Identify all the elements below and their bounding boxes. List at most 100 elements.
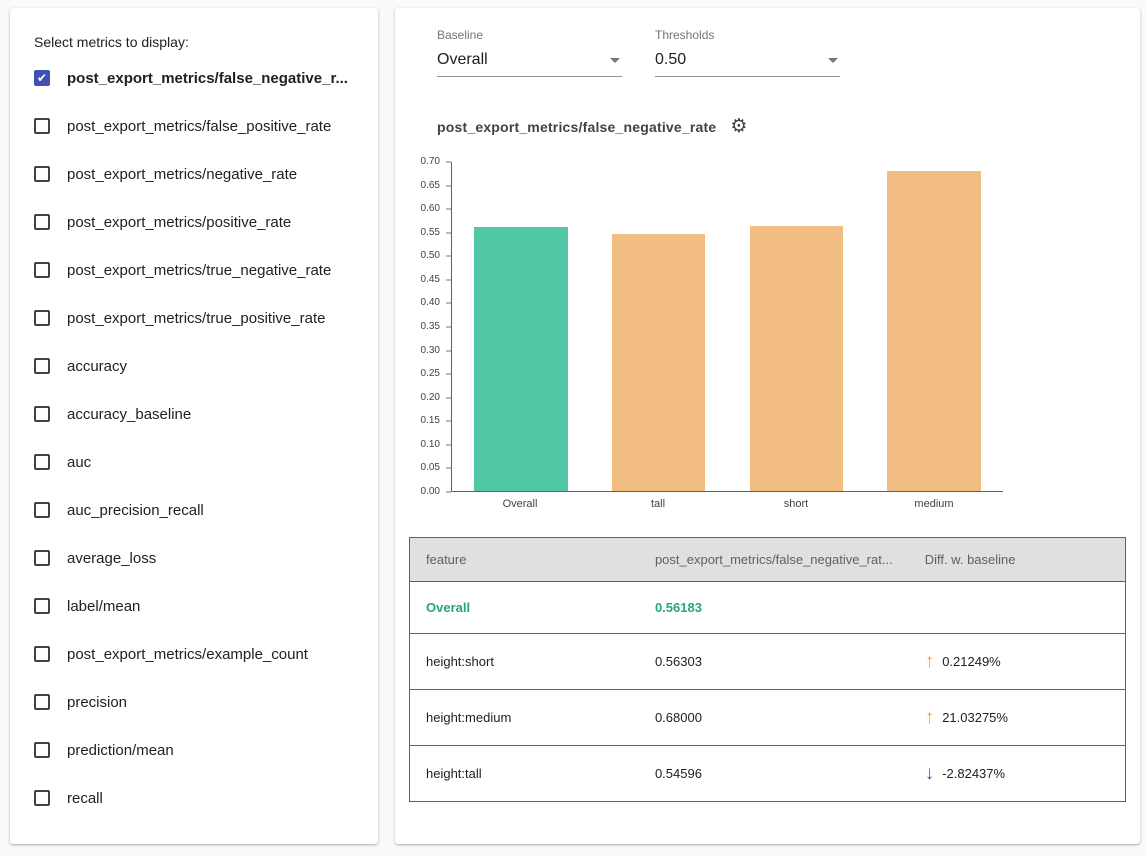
dropdown-caret-icon xyxy=(610,58,620,63)
settings-gear-icon[interactable]: ⚙ xyxy=(730,117,747,136)
bars xyxy=(452,162,1003,491)
y-tick-label: 0.70 xyxy=(421,157,440,167)
metric-checkbox-item[interactable]: accuracy xyxy=(34,342,354,390)
bar-slot xyxy=(474,162,568,491)
baseline-label: Baseline xyxy=(437,28,622,42)
header-metric-value: post_export_metrics/false_negative_rat..… xyxy=(639,538,909,582)
diff-cell: ↑ 0.21249% xyxy=(909,634,1126,690)
y-tick-label: 0.55 xyxy=(421,228,440,238)
checkbox-unchecked-icon[interactable] xyxy=(34,262,50,278)
bar-overall[interactable] xyxy=(474,227,568,491)
diff-cell xyxy=(909,582,1126,634)
bar-slot xyxy=(887,162,981,491)
checkbox-unchecked-icon[interactable] xyxy=(34,502,50,518)
y-tick-label: 0.05 xyxy=(421,463,440,473)
table-row-height-medium[interactable]: height:medium0.68000↑21.03275% xyxy=(410,690,1126,746)
metric-checkbox-item[interactable]: post_export_metrics/true_positive_rate xyxy=(34,294,354,342)
metric-checkbox-item[interactable]: post_export_metrics/positive_rate xyxy=(34,198,354,246)
baseline-control: Baseline Overall xyxy=(437,28,622,77)
y-tick-label: 0.20 xyxy=(421,393,440,403)
metric-value-cell: 0.54596 xyxy=(639,746,909,802)
plot-column: Overalltallshortmedium xyxy=(451,162,1003,510)
bar-slot xyxy=(612,162,706,491)
metric-label: post_export_metrics/false_positive_rate xyxy=(67,118,331,135)
metrics-table: feature post_export_metrics/false_negati… xyxy=(409,537,1126,802)
metric-checkbox-item[interactable]: auc xyxy=(34,438,354,486)
baseline-selected-value: Overall xyxy=(437,51,488,69)
baseline-select[interactable]: Overall xyxy=(437,51,622,77)
metric-checkbox-item[interactable]: precision xyxy=(34,678,354,726)
y-tick-label: 0.50 xyxy=(421,251,440,261)
metric-list: ✔post_export_metrics/false_negative_r...… xyxy=(34,54,354,822)
metric-checkbox-item[interactable]: label/mean xyxy=(34,582,354,630)
dropdown-caret-icon xyxy=(828,58,838,63)
table-row-height-tall[interactable]: height:tall0.54596↓-2.82437% xyxy=(410,746,1126,802)
table-header-row: feature post_export_metrics/false_negati… xyxy=(410,538,1126,582)
checkbox-unchecked-icon[interactable] xyxy=(34,358,50,374)
checkbox-unchecked-icon[interactable] xyxy=(34,214,50,230)
metric-label: accuracy xyxy=(67,358,127,375)
checkbox-unchecked-icon[interactable] xyxy=(34,118,50,134)
checkbox-unchecked-icon[interactable] xyxy=(34,646,50,662)
metric-label: post_export_metrics/negative_rate xyxy=(67,166,297,183)
thresholds-control: Thresholds 0.50 xyxy=(655,28,840,77)
checkbox-unchecked-icon[interactable] xyxy=(34,406,50,422)
table-row-height-short[interactable]: height:short0.56303↑0.21249% xyxy=(410,634,1126,690)
diff-cell: ↓-2.82437% xyxy=(909,746,1126,802)
metric-label: post_export_metrics/true_negative_rate xyxy=(67,262,331,279)
checkbox-unchecked-icon[interactable] xyxy=(34,310,50,326)
diff-cell: ↑21.03275% xyxy=(909,690,1126,746)
metric-label: average_loss xyxy=(67,550,156,567)
metric-checkbox-item[interactable]: post_export_metrics/example_count xyxy=(34,630,354,678)
checkbox-checked-icon[interactable]: ✔ xyxy=(34,70,50,86)
bar-tall[interactable] xyxy=(612,234,706,491)
y-tick-label: 0.45 xyxy=(421,275,440,285)
metric-checkbox-item[interactable]: post_export_metrics/false_positive_rate xyxy=(34,102,354,150)
plot-area xyxy=(451,162,1003,492)
feature-cell: Overall xyxy=(410,582,639,634)
feature-cell: height:tall xyxy=(410,746,639,802)
checkbox-unchecked-icon[interactable] xyxy=(34,166,50,182)
checkbox-unchecked-icon[interactable] xyxy=(34,790,50,806)
metric-label: accuracy_baseline xyxy=(67,406,191,423)
checkbox-unchecked-icon[interactable] xyxy=(34,598,50,614)
bar-short[interactable] xyxy=(750,226,844,491)
metric-value-cell: 0.68000 xyxy=(639,690,909,746)
metric-checkbox-item[interactable]: ✔post_export_metrics/false_negative_r... xyxy=(34,54,354,102)
controls-row: Baseline Overall Thresholds 0.50 xyxy=(437,28,1126,77)
metric-label: label/mean xyxy=(67,598,140,615)
metric-checkbox-item[interactable]: recall xyxy=(34,774,354,822)
checkbox-unchecked-icon[interactable] xyxy=(34,454,50,470)
checkbox-unchecked-icon[interactable] xyxy=(34,550,50,566)
metric-value-cell: 0.56183 xyxy=(639,582,909,634)
metric-selector-panel: Select metrics to display: ✔post_export_… xyxy=(10,8,378,844)
y-tick-label: 0.00 xyxy=(421,487,440,497)
metric-checkbox-item[interactable]: prediction/mean xyxy=(34,726,354,774)
metric-checkbox-item[interactable]: post_export_metrics/negative_rate xyxy=(34,150,354,198)
metric-label: post_export_metrics/example_count xyxy=(67,646,308,663)
y-tick-label: 0.40 xyxy=(421,298,440,308)
metric-checkbox-item[interactable]: accuracy_baseline xyxy=(34,390,354,438)
checkbox-unchecked-icon[interactable] xyxy=(34,742,50,758)
up-arrow-icon: ↑ xyxy=(925,652,935,671)
bar-medium[interactable] xyxy=(887,171,981,491)
metric-checkbox-item[interactable]: average_loss xyxy=(34,534,354,582)
checkbox-unchecked-icon[interactable] xyxy=(34,694,50,710)
metric-label: prediction/mean xyxy=(67,742,174,759)
metric-label: recall xyxy=(67,790,103,807)
x-tick-label: Overall xyxy=(473,498,567,510)
x-axis-labels: Overalltallshortmedium xyxy=(451,498,1003,510)
thresholds-select[interactable]: 0.50 xyxy=(655,51,840,77)
diff-value: 0.21249% xyxy=(942,654,1001,669)
metric-checkbox-item[interactable]: auc_precision_recall xyxy=(34,486,354,534)
bar-slot xyxy=(750,162,844,491)
y-tick-label: 0.30 xyxy=(421,346,440,356)
x-tick-label: medium xyxy=(887,498,981,510)
diff-value: 21.03275% xyxy=(942,710,1008,725)
results-panel: Baseline Overall Thresholds 0.50 post_ex… xyxy=(395,8,1140,844)
metric-checkbox-item[interactable]: post_export_metrics/true_negative_rate xyxy=(34,246,354,294)
metric-selector-title: Select metrics to display: xyxy=(34,34,354,50)
table-row-overall[interactable]: Overall0.56183 xyxy=(410,582,1126,634)
y-tick-label: 0.35 xyxy=(421,322,440,332)
y-tick-label: 0.15 xyxy=(421,416,440,426)
